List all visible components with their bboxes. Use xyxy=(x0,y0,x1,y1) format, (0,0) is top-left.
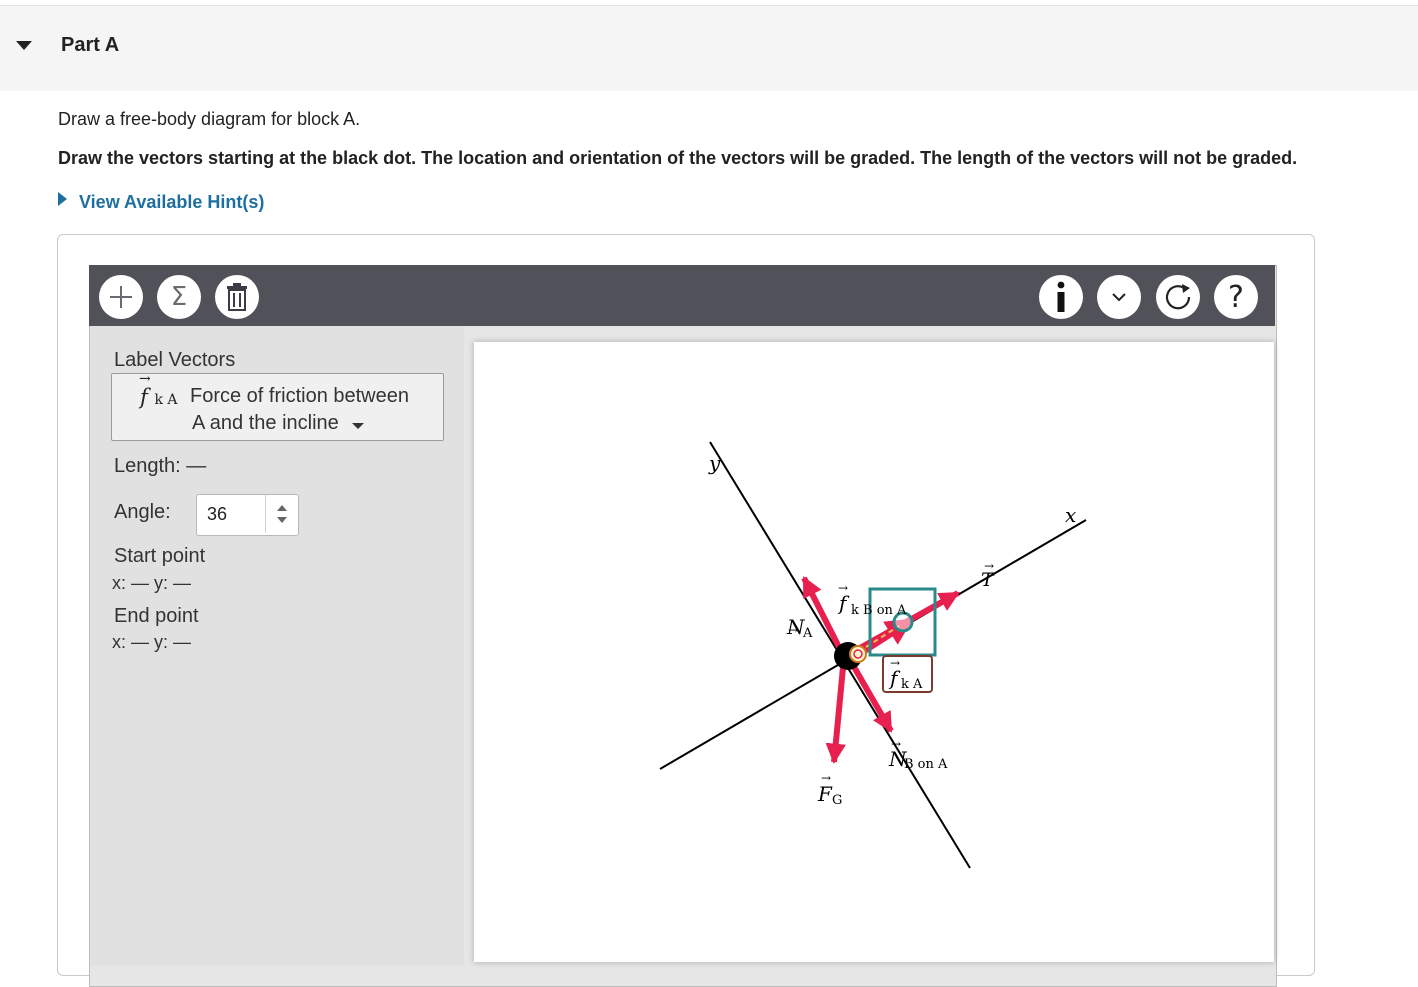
part-title: Part A xyxy=(61,34,120,56)
trash-icon xyxy=(227,283,247,311)
end-point-value: x: — y: — xyxy=(112,632,192,652)
reset-icon xyxy=(1165,284,1191,310)
help-icon: ? xyxy=(1228,279,1244,315)
label-normal-a[interactable]: → N A xyxy=(786,615,813,641)
x-axis-label: x xyxy=(1065,503,1076,527)
svg-text:B on A: B on A xyxy=(904,757,948,772)
label-sum-button[interactable]: Σ xyxy=(157,275,201,319)
start-point-value: x: — y: — xyxy=(112,573,192,593)
collapse-caret-icon[interactable] xyxy=(16,41,32,50)
free-body-diagram[interactable]: y x → N A → f k B on A → T → F G → N B o… xyxy=(474,342,1274,960)
part-header[interactable]: Part A xyxy=(0,6,1418,91)
selected-vector-description-2: A and the incline xyxy=(192,412,339,434)
view-hints-label: View Available Hint(s) xyxy=(79,192,265,212)
label-friction-b-on-a[interactable]: → f k B on A xyxy=(837,581,907,618)
label-tension[interactable]: → T xyxy=(981,559,995,591)
svg-text:T: T xyxy=(981,569,995,591)
svg-text:k B on A: k B on A xyxy=(851,603,907,618)
start-point-label: Start point xyxy=(114,545,206,567)
view-hints-link[interactable]: View Available Hint(s) xyxy=(58,192,264,213)
length-row: Length: — xyxy=(114,455,206,478)
label-vectors-heading: Label Vectors xyxy=(114,349,236,371)
start-handle[interactable] xyxy=(849,645,867,663)
svg-text:G: G xyxy=(832,793,842,808)
label-normal-b-on-a[interactable]: → N B on A xyxy=(888,737,948,772)
svg-text:A: A xyxy=(802,626,813,641)
length-value: — xyxy=(186,455,207,477)
end-point-label: End point xyxy=(114,605,199,627)
sigma-icon: Σ xyxy=(170,282,188,312)
label-gravity[interactable]: → F G xyxy=(817,771,842,808)
instruction-text: Draw a free-body diagram for block A. xyxy=(58,109,361,129)
info-button[interactable] xyxy=(1039,275,1083,319)
vector-gravity[interactable] xyxy=(825,656,847,765)
add-vector-button[interactable] xyxy=(99,275,143,319)
angle-input[interactable] xyxy=(197,495,263,533)
selected-vector-symbol: → f k A xyxy=(139,371,178,409)
svg-text:k A: k A xyxy=(901,677,923,692)
info-icon xyxy=(1057,281,1065,312)
caret-right-icon xyxy=(58,192,67,206)
selected-vector-description: Force of friction between xyxy=(190,385,409,407)
vector-label-dropdown[interactable]: → f k A Force of friction between A and t… xyxy=(111,371,444,441)
angle-stepper[interactable] xyxy=(196,494,299,536)
length-label: Length: xyxy=(114,455,181,477)
increment-arrow-icon[interactable] xyxy=(277,505,287,511)
svg-text:F: F xyxy=(817,782,833,806)
delete-button[interactable] xyxy=(215,275,259,319)
angle-label: Angle: xyxy=(114,501,171,523)
chevron-down-icon xyxy=(1112,293,1126,302)
instruction-bold-text: Draw the vectors starting at the black d… xyxy=(58,148,1298,168)
plus-icon xyxy=(110,286,132,308)
stepper-divider xyxy=(265,495,266,533)
y-axis-label: y xyxy=(708,451,721,475)
help-button[interactable]: ? xyxy=(1214,275,1258,319)
decrement-arrow-icon[interactable] xyxy=(277,517,287,523)
reset-button[interactable] xyxy=(1156,275,1200,319)
options-button[interactable] xyxy=(1097,275,1141,319)
dropdown-caret-icon xyxy=(352,423,364,429)
